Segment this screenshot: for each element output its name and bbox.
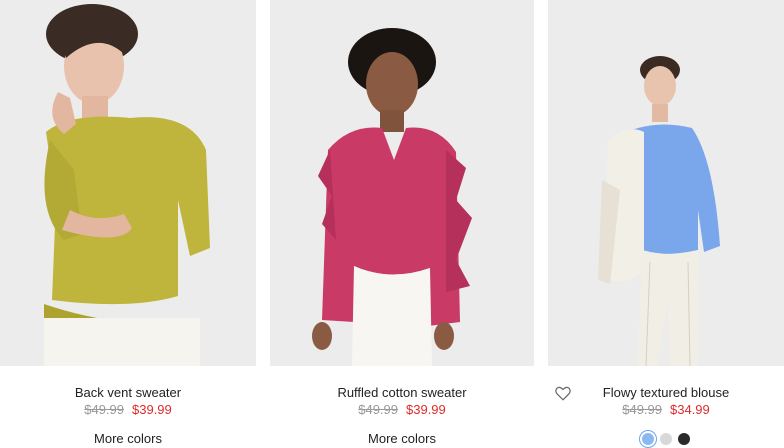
original-price: $49.99 — [622, 402, 662, 417]
product-info: Flowy textured blouse $49.99 $34.99 — [548, 366, 784, 446]
product-name[interactable]: Back vent sweater — [0, 385, 256, 400]
color-swatch-blue[interactable] — [642, 432, 654, 445]
sale-price: $39.99 — [132, 402, 172, 417]
product-prices: $49.99 $39.99 — [0, 402, 256, 417]
product-info: Ruffled cotton sweater $49.99 $39.99 More… — [270, 366, 534, 446]
product-info: Back vent sweater $49.99 $39.99 More colo… — [0, 366, 256, 446]
product-image[interactable] — [0, 0, 256, 366]
product-card: Ruffled cotton sweater $49.99 $39.99 More… — [270, 0, 534, 446]
product-prices: $49.99 $34.99 — [548, 402, 784, 417]
sale-price: $34.99 — [670, 402, 710, 417]
product-name[interactable]: Ruffled cotton sweater — [270, 385, 534, 400]
product-image[interactable] — [270, 0, 534, 366]
more-colors-link[interactable]: More colors — [0, 431, 256, 446]
sale-price: $39.99 — [406, 402, 446, 417]
product-prices: $49.99 $39.99 — [270, 402, 534, 417]
original-price: $49.99 — [358, 402, 398, 417]
more-colors-link[interactable]: More colors — [270, 431, 534, 446]
product-image[interactable] — [548, 0, 784, 366]
product-grid: Back vent sweater $49.99 $39.99 More colo… — [0, 0, 784, 446]
product-card: Back vent sweater $49.99 $39.99 More colo… — [0, 0, 256, 446]
original-price: $49.99 — [84, 402, 124, 417]
color-swatch-black[interactable] — [678, 432, 690, 445]
color-swatches — [548, 430, 784, 448]
color-swatch-light-gray[interactable] — [660, 432, 672, 445]
product-name[interactable]: Flowy textured blouse — [548, 385, 784, 400]
product-card: Flowy textured blouse $49.99 $34.99 — [548, 0, 784, 446]
